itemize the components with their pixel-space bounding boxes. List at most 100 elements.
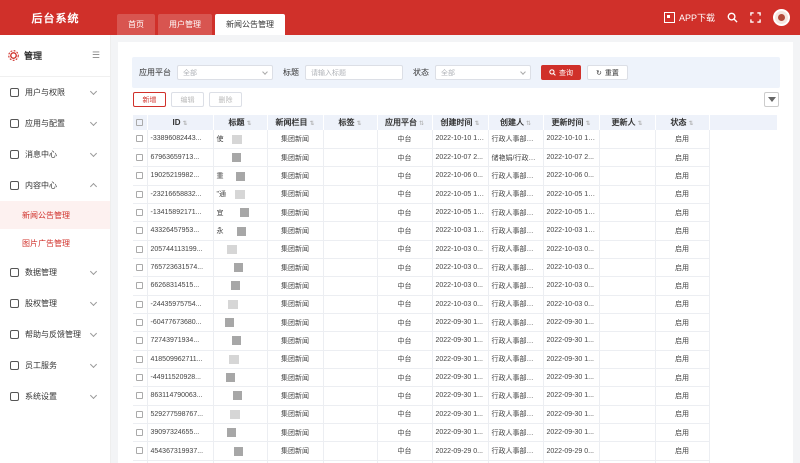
tab-home[interactable]: 首页 <box>117 14 155 35</box>
row-select-cell[interactable] <box>133 405 148 425</box>
sidebar-subitem-image-ads[interactable]: 图片广告管理 <box>0 229 110 257</box>
title-input[interactable]: 请输入标题 <box>305 65 403 80</box>
row-select-cell[interactable] <box>133 240 148 259</box>
row-select-cell[interactable] <box>133 221 148 241</box>
sidebar-item-staff-service[interactable]: 员工服务 <box>0 350 110 381</box>
row-select-cell[interactable] <box>133 203 148 223</box>
col-header-id[interactable]: ID ⇅ <box>147 115 214 130</box>
row-checkbox[interactable] <box>136 447 144 455</box>
delete-button[interactable]: 删除 <box>209 92 242 107</box>
table-row[interactable]: 863114790063... 集团新闻 中台 2022-09-30 1... 行政人事… <box>133 386 777 406</box>
row-select-cell[interactable] <box>133 368 148 388</box>
row-select-cell[interactable] <box>133 295 148 314</box>
table-row[interactable]: 39097324655... 集团新闻 中台 2022-09-30 1... 行政人事部… <box>133 423 777 443</box>
select-all-checkbox[interactable] <box>136 119 144 127</box>
row-select-cell[interactable] <box>133 166 148 186</box>
sort-icon[interactable]: ⇅ <box>246 121 251 127</box>
table-row[interactable]: 43326457953... 永集团新闻 中台 2022-10-03 10... 行政人… <box>133 221 777 241</box>
row-select-cell[interactable] <box>133 350 148 369</box>
table-row[interactable]: -13415892171... 宜集团新闻 中台 2022-10-05 16... 行政… <box>133 203 777 223</box>
table-row[interactable]: -23216658832... "通 集团新闻 中台 2022-10-05 16... 行… <box>133 185 777 204</box>
sort-icon[interactable]: ⇅ <box>637 121 642 127</box>
table-row[interactable]: -24435975754... 集团新闻 中台 2022-10-03 0... 行政人事… <box>133 295 777 314</box>
row-select-cell[interactable] <box>133 331 148 351</box>
sidebar-item-help-feedback[interactable]: 帮助与反馈管理 <box>0 319 110 350</box>
sort-icon[interactable]: ⇅ <box>585 121 590 127</box>
row-checkbox[interactable] <box>136 337 144 345</box>
col-header-creator[interactable]: 创建人 ⇅ <box>488 115 544 130</box>
sort-icon[interactable]: ⇅ <box>356 121 361 127</box>
sort-icon[interactable]: ⇅ <box>419 121 424 127</box>
col-header-tag[interactable]: 标签 ⇅ <box>323 115 378 130</box>
row-checkbox[interactable] <box>136 373 144 381</box>
row-select-cell[interactable] <box>133 276 148 296</box>
row-checkbox[interactable] <box>136 392 144 400</box>
add-button[interactable]: 新增 <box>133 92 166 107</box>
col-header-title[interactable]: 标题 ⇅ <box>213 115 268 130</box>
sidebar-item-user-permissions[interactable]: 用户与权限 <box>0 77 110 108</box>
row-select-cell[interactable] <box>133 423 148 443</box>
row-checkbox[interactable] <box>136 135 144 143</box>
row-select-cell[interactable] <box>133 148 148 168</box>
table-row[interactable]: 19025219982... 重集团新闻 中台 2022-10-06 0... 行政人事… <box>133 166 777 186</box>
table-row[interactable]: 454367319937... 集团新闻 中台 2022-09-29 0... 行政人事… <box>133 441 777 461</box>
table-row[interactable]: -33896082443... 使集团新闻 中台 2022-10-10 14... 行政… <box>133 130 777 149</box>
row-select-cell[interactable] <box>133 258 148 278</box>
sidebar-item-data-management[interactable]: 数据管理 <box>0 257 110 288</box>
col-header-updater[interactable]: 更新人 ⇅ <box>599 115 656 130</box>
platform-select[interactable]: 全部 <box>177 65 273 80</box>
row-select-cell[interactable] <box>133 130 148 149</box>
row-checkbox[interactable] <box>136 153 144 161</box>
tab-news-management[interactable]: 新闻公告管理 <box>215 14 285 35</box>
table-row[interactable]: -44911520928... 集团新闻 中台 2022-09-30 1... 行政人事… <box>133 368 777 388</box>
sidebar-item-content-center[interactable]: 内容中心 <box>0 170 110 201</box>
sort-icon[interactable]: ⇅ <box>474 121 479 127</box>
table-row[interactable]: 72743971934... 集团新闻 中台 2022-09-30 1... 行政人事部… <box>133 331 777 351</box>
row-checkbox[interactable] <box>136 282 144 290</box>
fullscreen-icon[interactable] <box>750 12 761 23</box>
row-checkbox[interactable] <box>136 263 144 271</box>
edit-button[interactable]: 编辑 <box>171 92 204 107</box>
col-header-news-column[interactable]: 新闻栏目 ⇅ <box>267 115 324 130</box>
status-select[interactable]: 全部 <box>435 65 531 80</box>
row-select-cell[interactable] <box>133 185 148 204</box>
row-checkbox[interactable] <box>136 429 144 436</box>
table-row[interactable]: 205744113199... 集团新闻 中台 2022-10-03 0... 行政人事… <box>133 240 777 259</box>
search-icon[interactable] <box>727 12 738 23</box>
sort-icon[interactable]: ⇅ <box>182 121 187 127</box>
sidebar-item-equity-management[interactable]: 股权管理 <box>0 288 110 319</box>
sort-icon[interactable]: ⇅ <box>526 121 531 127</box>
sidebar-item-message-center[interactable]: 消息中心 <box>0 139 110 170</box>
sidebar-item-app-config[interactable]: 应用与配置 <box>0 108 110 139</box>
row-checkbox[interactable] <box>136 318 144 326</box>
col-header-updated-time[interactable]: 更新时间 ⇅ <box>543 115 600 130</box>
row-checkbox[interactable] <box>136 410 144 418</box>
sort-icon[interactable]: ⇅ <box>309 121 314 127</box>
table-row[interactable]: 67963659713... 集团新闻 中台 2022-10-07 2... 储艳娟/行… <box>133 148 777 168</box>
search-button[interactable]: 查询 <box>541 65 581 80</box>
row-checkbox[interactable] <box>136 355 144 363</box>
select-all-header[interactable] <box>133 115 148 130</box>
table-row[interactable]: 529277598767... 集团新闻 中台 2022-09-30 1... 行政人事… <box>133 405 777 425</box>
reset-button[interactable]: ↻ 重置 <box>587 65 628 80</box>
col-header-status[interactable]: 状态 ⇅ <box>655 115 710 130</box>
row-checkbox[interactable] <box>136 300 144 308</box>
table-row[interactable]: 418509962711... 集团新闻 中台 2022-09-30 1... 行政人事… <box>133 350 777 369</box>
table-row[interactable]: -60477673680... 集团新闻 中台 2022-09-30 1... 行政人事… <box>133 313 777 333</box>
row-checkbox[interactable] <box>136 227 144 235</box>
row-select-cell[interactable] <box>133 313 148 333</box>
tab-user-management[interactable]: 用户管理 <box>158 14 212 35</box>
collapse-menu-icon[interactable]: ☰ <box>92 50 100 61</box>
sidebar-subitem-news-management[interactable]: 新闻公告管理 <box>0 201 110 229</box>
table-row[interactable]: 765723631574... 集团新闻 中台 2022-10-03 0... 行政人事… <box>133 258 777 278</box>
table-row[interactable]: 66268314515... 集团新闻 中台 2022-10-03 0... 行政人事部… <box>133 276 777 296</box>
row-checkbox[interactable] <box>136 208 144 216</box>
row-select-cell[interactable] <box>133 386 148 406</box>
row-checkbox[interactable] <box>136 190 144 198</box>
row-checkbox[interactable] <box>136 245 144 253</box>
sort-icon[interactable]: ⇅ <box>688 121 693 127</box>
app-download-button[interactable]: APP下载 <box>663 11 715 24</box>
row-select-cell[interactable] <box>133 441 148 461</box>
sidebar-item-system-settings[interactable]: 系统设置 <box>0 381 110 412</box>
row-checkbox[interactable] <box>136 172 144 180</box>
